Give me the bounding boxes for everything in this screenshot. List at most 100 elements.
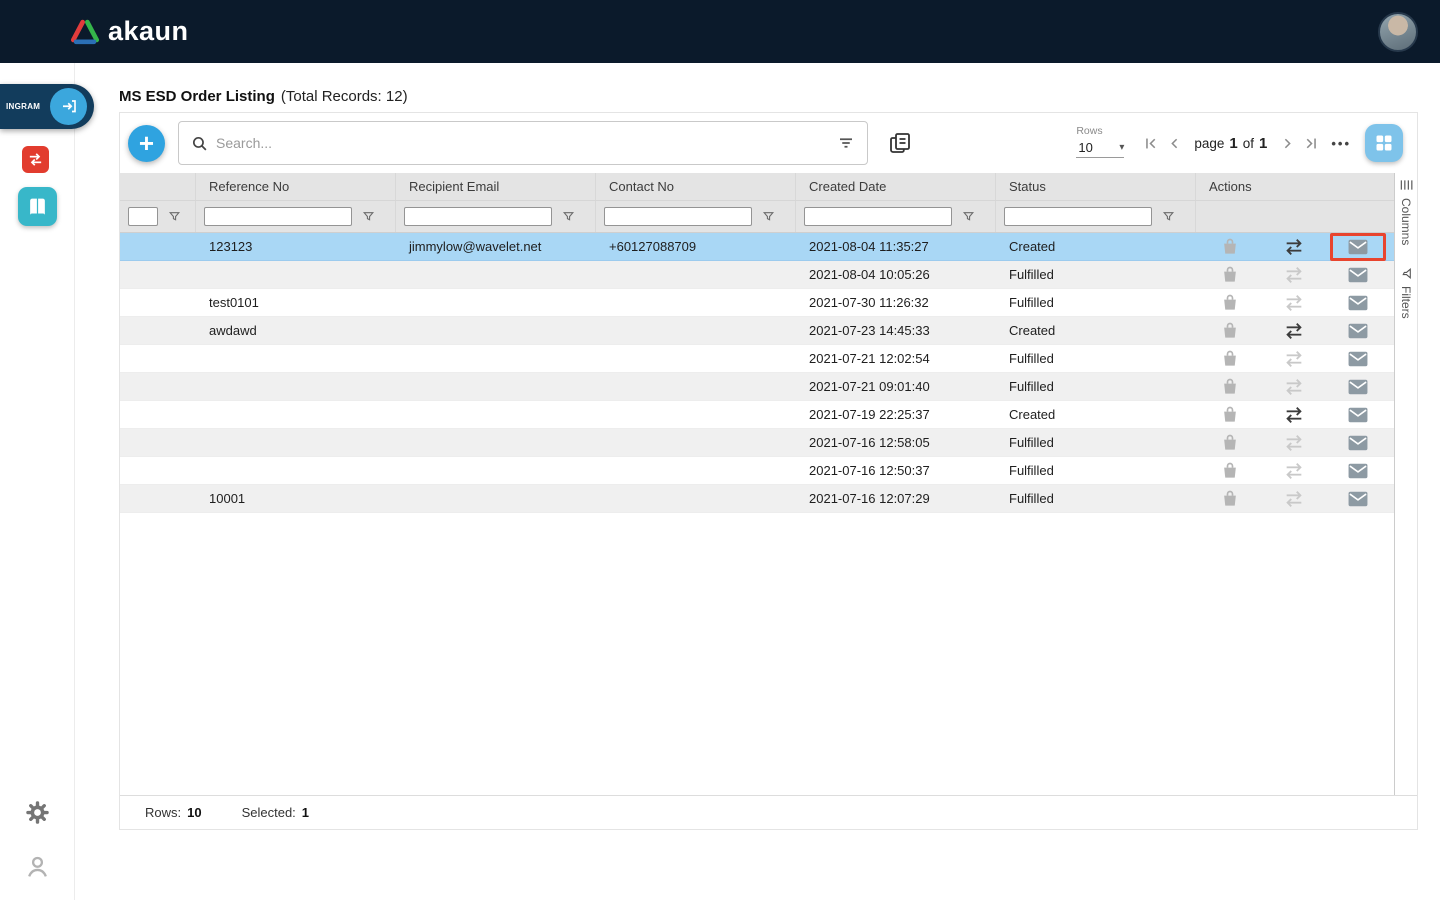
- funnel-icon[interactable]: [762, 210, 775, 223]
- filter-input-status[interactable]: [1004, 207, 1152, 226]
- mail-action-button[interactable]: [1330, 233, 1386, 261]
- sidebar-item-ingram[interactable]: INGRAM: [0, 84, 94, 129]
- grid-view-button[interactable]: [1365, 124, 1403, 162]
- filter-input-created-date[interactable]: [804, 207, 952, 226]
- cell-status: Fulfilled: [996, 351, 1196, 366]
- mail-action-button[interactable]: [1330, 261, 1386, 289]
- basket-action-button[interactable]: [1198, 405, 1262, 425]
- swap-action-button[interactable]: [1262, 460, 1326, 482]
- profile-button[interactable]: [25, 854, 50, 884]
- user-avatar[interactable]: [1378, 12, 1418, 52]
- header-created-date[interactable]: Created Date: [796, 173, 996, 200]
- last-page-button[interactable]: [1301, 133, 1321, 153]
- prev-page-button[interactable]: [1164, 133, 1184, 153]
- basket-action-button[interactable]: [1198, 237, 1262, 257]
- header-reference-no[interactable]: Reference No: [196, 173, 396, 200]
- columns-tab[interactable]: Columns: [1399, 178, 1413, 245]
- funnel-icon[interactable]: [1162, 210, 1175, 223]
- swap-action-button[interactable]: [1262, 320, 1326, 342]
- header-status[interactable]: Status: [996, 173, 1196, 200]
- swap-action-button[interactable]: [1262, 236, 1326, 258]
- table-row[interactable]: 2021-07-16 12:58:05 Fulfilled: [120, 429, 1394, 457]
- basket-action-button[interactable]: [1198, 293, 1262, 313]
- search-icon: [191, 135, 208, 152]
- table-row[interactable]: test0101 2021-07-30 11:26:32 Fulfilled: [120, 289, 1394, 317]
- cell-created-date: 2021-08-04 11:35:27: [796, 239, 996, 254]
- basket-action-button[interactable]: [1198, 321, 1262, 341]
- basket-icon: [1220, 321, 1240, 341]
- mail-action-button[interactable]: [1330, 345, 1386, 373]
- basket-action-button[interactable]: [1198, 433, 1262, 453]
- mail-action-button[interactable]: [1330, 429, 1386, 457]
- swap-action-button[interactable]: [1262, 348, 1326, 370]
- akaun-logo: akaun: [70, 16, 189, 47]
- funnel-icon[interactable]: [562, 210, 575, 223]
- filter-input-reference-no[interactable]: [204, 207, 352, 226]
- swap-action-button[interactable]: [1262, 264, 1326, 286]
- table-row[interactable]: 2021-07-21 09:01:40 Fulfilled: [120, 373, 1394, 401]
- listing-panel: + Rows: [119, 112, 1418, 830]
- cell-actions: [1196, 233, 1394, 261]
- mail-icon: [1347, 294, 1369, 312]
- filter-input-contact-no[interactable]: [604, 207, 752, 226]
- swap-action-button[interactable]: [1262, 376, 1326, 398]
- table-row[interactable]: 123123 jimmylow@wavelet.net +60127088709…: [120, 233, 1394, 261]
- filter-input-recipient-email[interactable]: [404, 207, 552, 226]
- basket-action-button[interactable]: [1198, 265, 1262, 285]
- funnel-icon[interactable]: [362, 210, 375, 223]
- cell-status: Created: [996, 239, 1196, 254]
- table-row[interactable]: 2021-08-04 10:05:26 Fulfilled: [120, 261, 1394, 289]
- table-row[interactable]: 2021-07-19 22:25:37 Created: [120, 401, 1394, 429]
- table-row[interactable]: 2021-07-16 12:50:37 Fulfilled: [120, 457, 1394, 485]
- filter-input-select[interactable]: [128, 207, 158, 226]
- swap-arrows-icon: [1283, 432, 1305, 454]
- swap-arrows-icon: [1283, 404, 1305, 426]
- duplicate-view-button[interactable]: [888, 131, 912, 155]
- table-row[interactable]: 10001 2021-07-16 12:07:29 Fulfilled: [120, 485, 1394, 513]
- page-indicator: page 1 of 1: [1194, 135, 1267, 152]
- cell-status: Fulfilled: [996, 267, 1196, 282]
- table-row[interactable]: awdawd 2021-07-23 14:45:33 Created: [120, 317, 1394, 345]
- settings-button[interactable]: [24, 799, 51, 831]
- mail-action-button[interactable]: [1330, 401, 1386, 429]
- cell-created-date: 2021-08-04 10:05:26: [796, 267, 996, 282]
- basket-icon: [1220, 405, 1240, 425]
- header-recipient-email[interactable]: Recipient Email: [396, 173, 596, 200]
- mail-icon: [1347, 406, 1369, 424]
- mail-action-slot: [1326, 261, 1390, 289]
- filter-lines-icon[interactable]: [837, 134, 855, 152]
- header-contact-no[interactable]: Contact No: [596, 173, 796, 200]
- swap-action-button[interactable]: [1262, 404, 1326, 426]
- mail-action-button[interactable]: [1330, 485, 1386, 513]
- basket-action-button[interactable]: [1198, 377, 1262, 397]
- cell-created-date: 2021-07-21 09:01:40: [796, 379, 996, 394]
- rows-per-page-select[interactable]: 10 ▾: [1076, 137, 1124, 158]
- basket-action-button[interactable]: [1198, 489, 1262, 509]
- search-input[interactable]: [216, 135, 837, 151]
- mail-action-button[interactable]: [1330, 317, 1386, 345]
- first-page-button[interactable]: [1140, 133, 1160, 153]
- swap-action-button[interactable]: [1262, 292, 1326, 314]
- mail-action-button[interactable]: [1330, 457, 1386, 485]
- cell-reference-no: 10001: [196, 491, 396, 506]
- next-page-button[interactable]: [1277, 133, 1297, 153]
- rows-caption: Rows: [1076, 125, 1124, 137]
- mail-action-button[interactable]: [1330, 289, 1386, 317]
- funnel-icon[interactable]: [962, 210, 975, 223]
- basket-action-button[interactable]: [1198, 349, 1262, 369]
- basket-icon: [1220, 237, 1240, 257]
- add-button[interactable]: +: [128, 125, 165, 162]
- sidebar-item-book-app[interactable]: [18, 187, 57, 226]
- footer-selected-label: Selected:: [242, 805, 296, 820]
- basket-action-button[interactable]: [1198, 461, 1262, 481]
- swap-action-button[interactable]: [1262, 488, 1326, 510]
- topbar: akaun: [0, 0, 1440, 63]
- more-options-button[interactable]: •••: [1331, 136, 1351, 151]
- search-box[interactable]: [178, 121, 868, 165]
- table-row[interactable]: 2021-07-21 12:02:54 Fulfilled: [120, 345, 1394, 373]
- mail-action-button[interactable]: [1330, 373, 1386, 401]
- funnel-icon[interactable]: [168, 210, 181, 223]
- swap-action-button[interactable]: [1262, 432, 1326, 454]
- sidebar-item-pdf-app[interactable]: [22, 146, 49, 173]
- filters-tab[interactable]: Filters: [1399, 267, 1413, 319]
